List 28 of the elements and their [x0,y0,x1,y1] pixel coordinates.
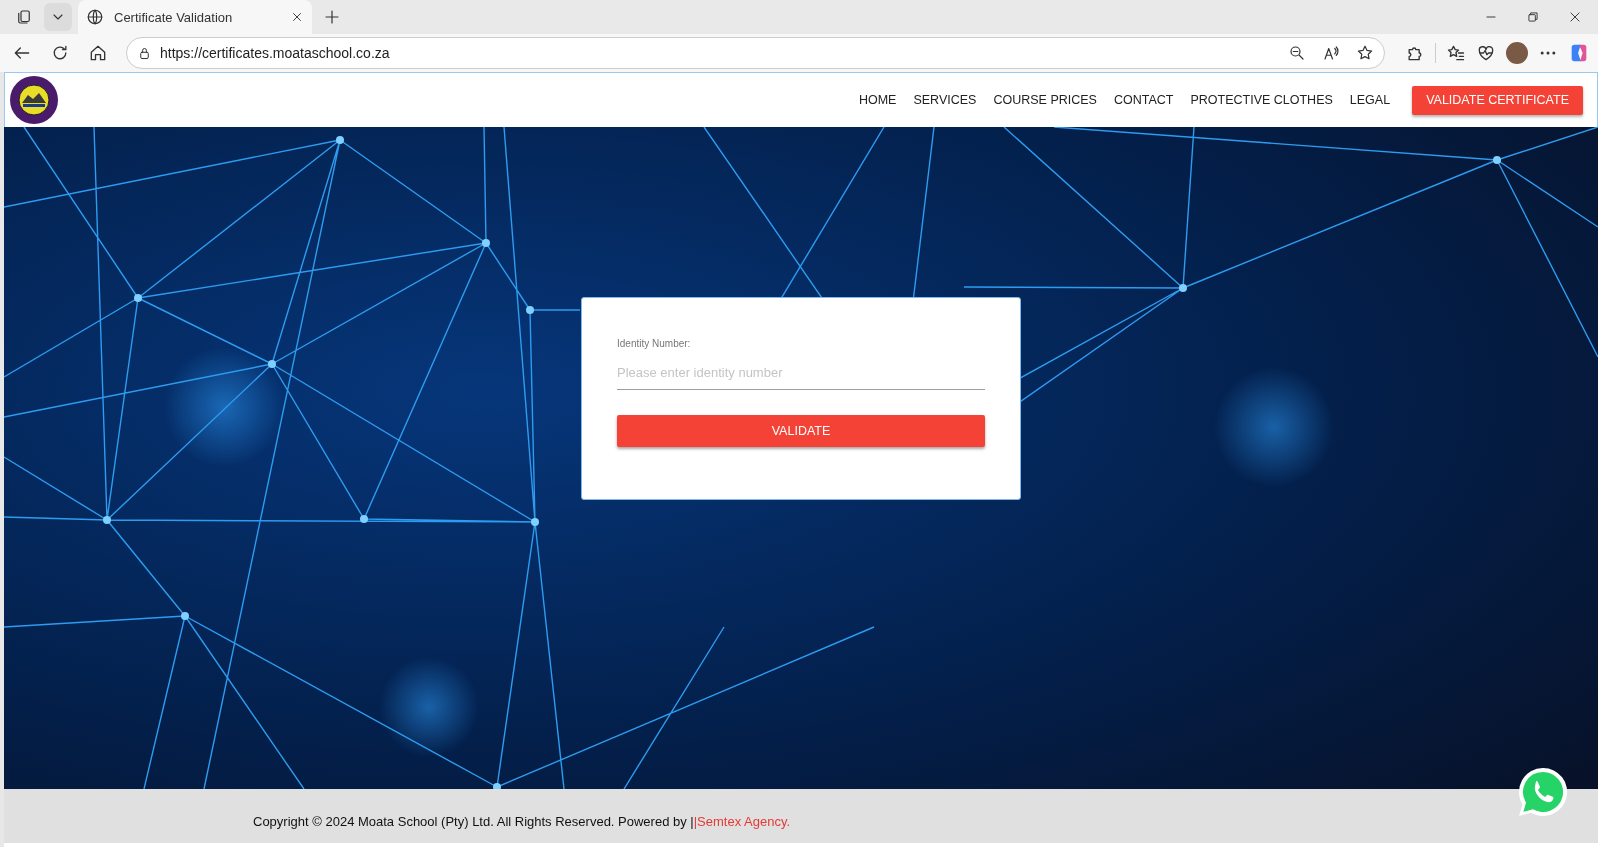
globe-icon [86,8,104,26]
nav-link[interactable]: HOME [858,93,897,107]
nav-link[interactable]: LEGAL [1349,93,1391,107]
close-icon[interactable] [290,10,304,24]
validate-button[interactable]: VALIDATE [617,415,985,447]
zoom-out-icon[interactable] [1288,44,1306,62]
nav-link[interactable]: CONTACT [1113,93,1174,107]
copyright-text: Copyright © 2024 Moata School (Pty) Ltd. All Rights Reserved. Powered by ||Semtex Agency. [253,813,791,829]
plus-icon [323,8,341,26]
address-bar[interactable]: https://certificates.moataschool.co.za [126,37,1385,69]
validate-certificate-button[interactable]: VALIDATE CERTIFICATE [1412,85,1583,115]
browser-tab[interactable]: Certificate Validation [78,0,312,34]
whatsapp-icon[interactable] [1516,765,1570,819]
read-aloud-icon[interactable] [1322,44,1340,62]
logo-icon[interactable] [9,75,59,125]
profile-avatar[interactable] [1506,42,1528,64]
favorites-icon[interactable] [1446,43,1466,63]
restore-icon[interactable] [1526,10,1540,24]
heartbeat-icon[interactable] [1476,43,1496,63]
star-icon[interactable] [1356,44,1374,62]
close-icon[interactable] [1568,10,1582,24]
nav-link[interactable]: SERVICES [913,93,977,107]
lock-icon [137,45,152,61]
nav-link[interactable]: COURSE PRICES [993,93,1097,107]
tabs-icon [15,8,33,26]
nav-link[interactable]: PROTECTIVE CLOTHES [1190,93,1333,107]
field-label: Identity Number: [617,338,692,349]
home-icon [88,43,108,63]
